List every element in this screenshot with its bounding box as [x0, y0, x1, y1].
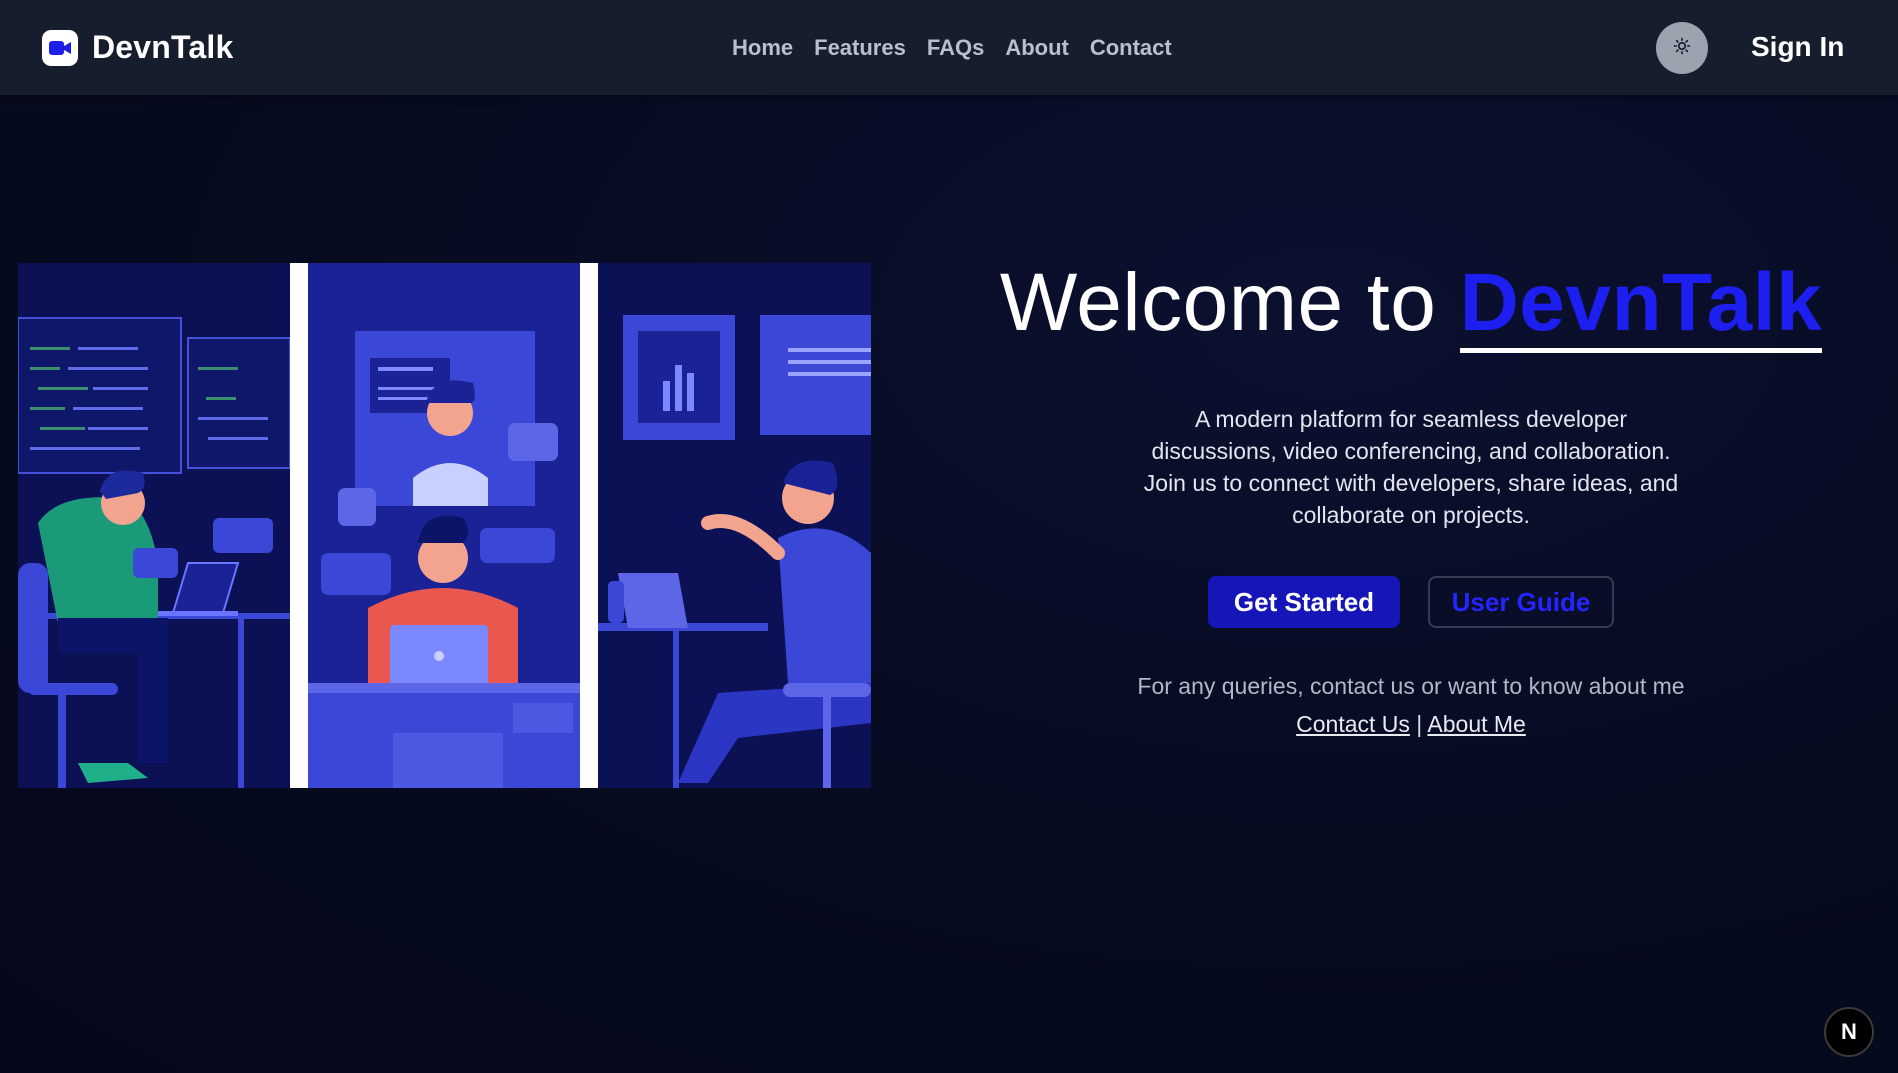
brand[interactable]: DevnTalk — [42, 29, 234, 66]
nav-link-home[interactable]: Home — [732, 35, 793, 61]
navbar: DevnTalk Home Features FAQs About Contac… — [0, 0, 1898, 95]
hero-content: Welcome to DevnTalk A modern platform fo… — [980, 255, 1842, 743]
contact-us-link[interactable]: Contact Us — [1296, 711, 1410, 737]
nav-links: Home Features FAQs About Contact — [732, 35, 1172, 61]
nav-link-faqs[interactable]: FAQs — [927, 35, 984, 61]
hero-title-prefix: Welcome to — [999, 257, 1460, 348]
link-separator: | — [1416, 711, 1423, 737]
sun-icon — [1673, 37, 1691, 60]
hero-description: A modern platform for seamless developer… — [1143, 406, 1679, 528]
sign-in-button[interactable]: Sign In — [1751, 31, 1844, 63]
brand-name: DevnTalk — [92, 29, 234, 65]
user-guide-button[interactable]: User Guide — [1428, 576, 1614, 628]
nav-link-about[interactable]: About — [1005, 35, 1069, 61]
nav-link-contact[interactable]: Contact — [1090, 35, 1172, 61]
video-camera-icon — [42, 29, 78, 66]
contact-links: Contact Us | About Me — [980, 705, 1842, 743]
cta-row: Get Started User Guide — [980, 576, 1842, 628]
hero-title: Welcome to DevnTalk — [980, 255, 1842, 353]
get-started-button[interactable]: Get Started — [1208, 576, 1400, 628]
about-me-link[interactable]: About Me — [1427, 711, 1525, 737]
query-text: For any queries, contact us or want to k… — [1137, 673, 1685, 699]
hero-title-brand: DevnTalk — [1459, 257, 1823, 353]
hero-illustration — [18, 263, 871, 788]
theme-toggle-button[interactable] — [1656, 22, 1708, 74]
nextjs-logo-icon[interactable]: N — [1824, 1007, 1874, 1057]
nav-link-features[interactable]: Features — [814, 35, 906, 61]
